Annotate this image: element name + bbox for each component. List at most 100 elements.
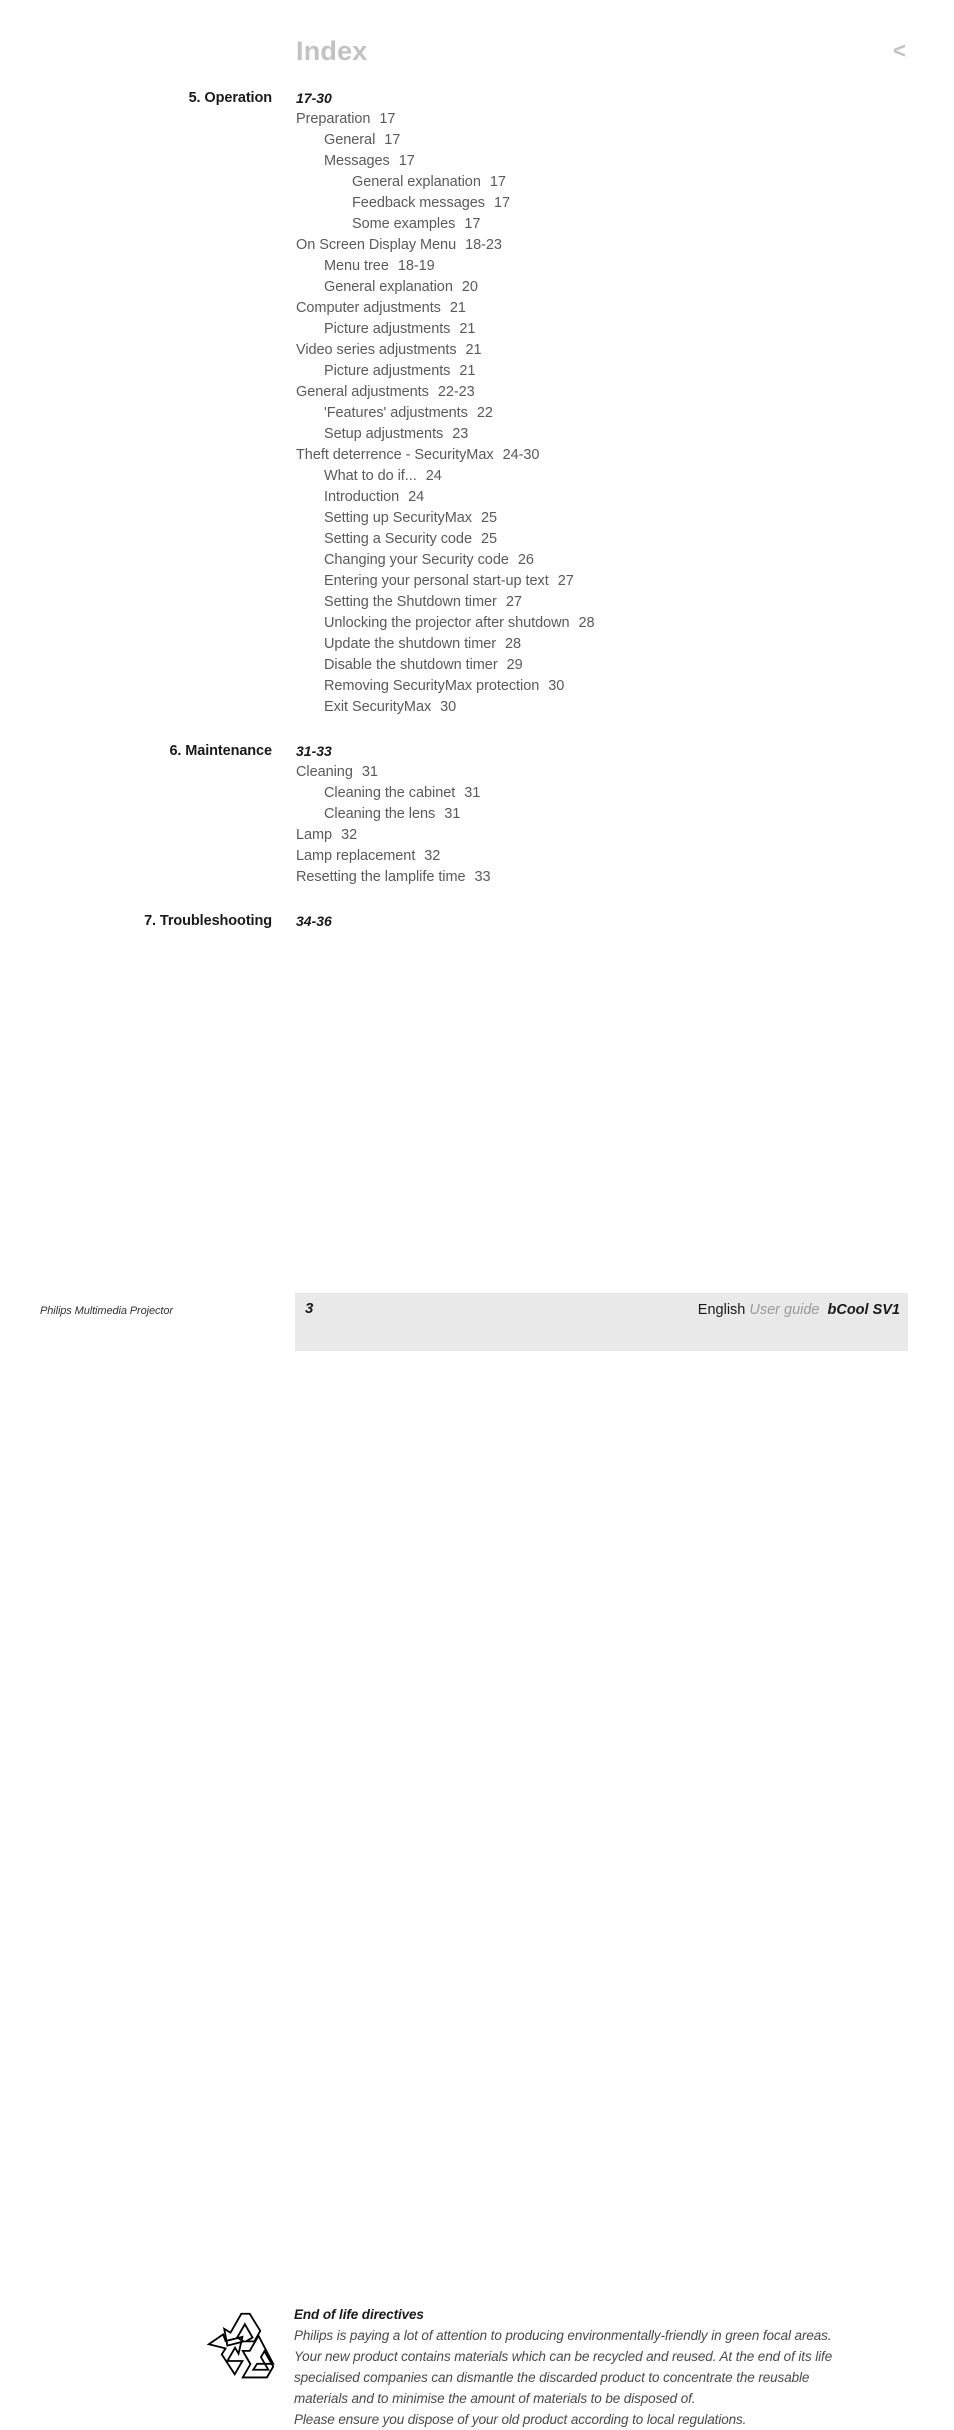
toc-entry-label: Changing your Security code xyxy=(324,552,509,568)
toc-entry[interactable]: General 17 xyxy=(0,130,954,151)
toc-entry[interactable]: Cleaning the lens 31 xyxy=(0,804,954,825)
toc-entry[interactable]: General explanation 17 xyxy=(0,172,954,193)
toc-entry-label: Theft deterrence - SecurityMax xyxy=(296,447,494,463)
toc-section-title[interactable]: 5. Operation xyxy=(0,88,273,109)
toc-entry[interactable]: Some examples 17 xyxy=(0,214,954,235)
back-chevron-icon[interactable]: < xyxy=(893,40,906,62)
toc-entry-label: Setup adjustments xyxy=(324,426,444,442)
end-of-life-line: Please ensure you dispose of your old pr… xyxy=(294,2412,747,2427)
toc-entry-label: Exit SecurityMax xyxy=(324,699,432,715)
toc-entry-label: On Screen Display Menu xyxy=(296,237,457,253)
toc-entry[interactable]: General adjustments 22-23 xyxy=(0,382,954,403)
toc-entry-pages: 17 xyxy=(489,174,506,190)
toc-entry-pages: 21 xyxy=(465,342,482,358)
toc-entry-pages: 31 xyxy=(464,785,481,801)
toc-section-spacer xyxy=(0,718,954,741)
toc-entry-label: Preparation xyxy=(296,111,371,127)
toc-entry-pages: 31 xyxy=(361,764,378,780)
toc-section: 5. Operation 17-30 Preparation 17 General 17 M… xyxy=(0,88,954,718)
toc-entry-pages: 17 xyxy=(398,153,415,169)
toc-entry[interactable]: Entering your personal start-up text 27 xyxy=(0,571,954,592)
footer-model-name: bCool SV1 xyxy=(827,1302,900,1318)
toc-entry[interactable]: Setting the Shutdown timer 27 xyxy=(0,592,954,613)
toc-entry-label: Cleaning xyxy=(296,764,353,780)
toc-entry[interactable]: Disable the shutdown timer 29 xyxy=(0,655,954,676)
end-of-life-line: specialised companies can dismantle the … xyxy=(294,2370,810,2385)
toc-entry-pages: 26 xyxy=(517,552,534,568)
toc-entry[interactable]: What to do if... 24 xyxy=(0,466,954,487)
toc-entry[interactable]: Menu tree 18-19 xyxy=(0,256,954,277)
toc-entry-pages: 31 xyxy=(444,806,461,822)
toc-entry[interactable]: Theft deterrence - SecurityMax 24-30 xyxy=(0,445,954,466)
index-table-of-contents: 5. Operation 17-30 Preparation 17 General 17 M… xyxy=(0,88,954,932)
toc-section-title[interactable]: 6. Maintenance xyxy=(0,741,272,762)
toc-section-header: 5. Operation 17-30 xyxy=(0,88,954,109)
toc-entry-label: Update the shutdown timer xyxy=(324,636,497,652)
toc-entry-label: Cleaning the lens xyxy=(324,806,436,822)
end-of-life-line: Philips is paying a lot of attention to … xyxy=(294,2328,832,2343)
toc-entry[interactable]: 'Features' adjustments 22 xyxy=(0,403,954,424)
toc-entry[interactable]: General explanation 20 xyxy=(0,277,954,298)
toc-entry[interactable]: Video series adjustments 21 xyxy=(0,340,954,361)
toc-entry[interactable]: Lamp replacement 32 xyxy=(0,846,954,867)
toc-entry-pages: 28 xyxy=(578,615,595,631)
toc-section-pages: 31-33 xyxy=(296,743,332,759)
toc-entry-label: Unlocking the projector after shutdown xyxy=(324,615,570,631)
toc-entry[interactable]: Removing SecurityMax protection 30 xyxy=(0,676,954,697)
toc-entry[interactable]: Preparation 17 xyxy=(0,109,954,130)
toc-entry-label: Setting a Security code xyxy=(324,531,472,547)
toc-entry[interactable]: Exit SecurityMax 30 xyxy=(0,697,954,718)
end-of-life-directives-block: End of life directives Philips is paying… xyxy=(0,1150,954,2427)
toc-entry[interactable]: Cleaning the cabinet 31 xyxy=(0,783,954,804)
toc-entry-label: Picture adjustments xyxy=(324,321,451,337)
toc-entry-pages: 27 xyxy=(505,594,522,610)
toc-entry-label: Resetting the lamplife time xyxy=(296,869,466,885)
toc-entry[interactable]: Unlocking the projector after shutdown 28 xyxy=(0,613,954,634)
recycle-icon xyxy=(206,2307,276,2387)
toc-entry[interactable]: Picture adjustments 21 xyxy=(0,361,954,382)
page-header: Index < xyxy=(0,0,954,88)
toc-section: 6. Maintenance 31-33 Cleaning 31 Cleaning th… xyxy=(0,741,954,888)
toc-entry[interactable]: On Screen Display Menu 18-23 xyxy=(0,235,954,256)
footer-language: English xyxy=(697,1302,746,1318)
toc-entry-pages: 21 xyxy=(449,300,466,316)
toc-entry[interactable]: Computer adjustments 21 xyxy=(0,298,954,319)
toc-entry-pages: 17 xyxy=(464,216,481,232)
end-of-life-line: Your new product contains materials whic… xyxy=(294,2349,833,2364)
toc-entry-pages: 17 xyxy=(384,132,401,148)
footer-brand-label: Philips Multimedia Projector xyxy=(40,1305,173,1317)
footer-document-label: English User guide bCool SV1 xyxy=(460,1299,900,1321)
toc-entry-pages: 23 xyxy=(452,426,469,442)
page-number: 3 xyxy=(305,1300,314,1317)
toc-entry[interactable]: Introduction 24 xyxy=(0,487,954,508)
toc-entry[interactable]: Feedback messages 17 xyxy=(0,193,954,214)
toc-entry-label: Setting the Shutdown timer xyxy=(324,594,497,610)
toc-entry[interactable]: Update the shutdown timer 28 xyxy=(0,634,954,655)
toc-entry-label: Picture adjustments xyxy=(324,363,451,379)
toc-entry[interactable]: Resetting the lamplife time 33 xyxy=(0,867,954,888)
toc-entry[interactable]: Messages 17 xyxy=(0,151,954,172)
toc-entry[interactable]: Setting up SecurityMax 25 xyxy=(0,508,954,529)
toc-section-spacer xyxy=(0,888,954,911)
end-of-life-heading: End of life directives xyxy=(294,2307,424,2322)
toc-entry-pages: 21 xyxy=(459,321,476,337)
toc-entry[interactable]: Changing your Security code 26 xyxy=(0,550,954,571)
toc-entry-label: Setting up SecurityMax xyxy=(324,510,472,526)
toc-entry-pages: 17 xyxy=(379,111,396,127)
toc-entry-pages: 21 xyxy=(459,363,476,379)
toc-entry-label: Some examples xyxy=(352,216,456,232)
toc-entry-label: 'Features' adjustments xyxy=(324,405,468,421)
toc-entry[interactable]: Lamp 32 xyxy=(0,825,954,846)
toc-section-title[interactable]: 7. Troubleshooting xyxy=(0,911,272,932)
end-of-life-text: End of life directives Philips is paying… xyxy=(294,2305,894,2430)
toc-entry-pages: 18-19 xyxy=(397,258,435,274)
toc-entry[interactable]: Cleaning 31 xyxy=(0,762,954,783)
toc-entry[interactable]: Setup adjustments 23 xyxy=(0,424,954,445)
toc-entry[interactable]: Picture adjustments 21 xyxy=(0,319,954,340)
toc-entry-label: Removing SecurityMax protection xyxy=(324,678,540,694)
toc-entry-label: General adjustments xyxy=(296,384,429,400)
toc-section-pages: 34-36 xyxy=(296,913,332,929)
toc-entry[interactable]: Setting a Security code 25 xyxy=(0,529,954,550)
toc-entry-pages: 22-23 xyxy=(437,384,475,400)
toc-entry-pages: 18-23 xyxy=(465,237,502,253)
